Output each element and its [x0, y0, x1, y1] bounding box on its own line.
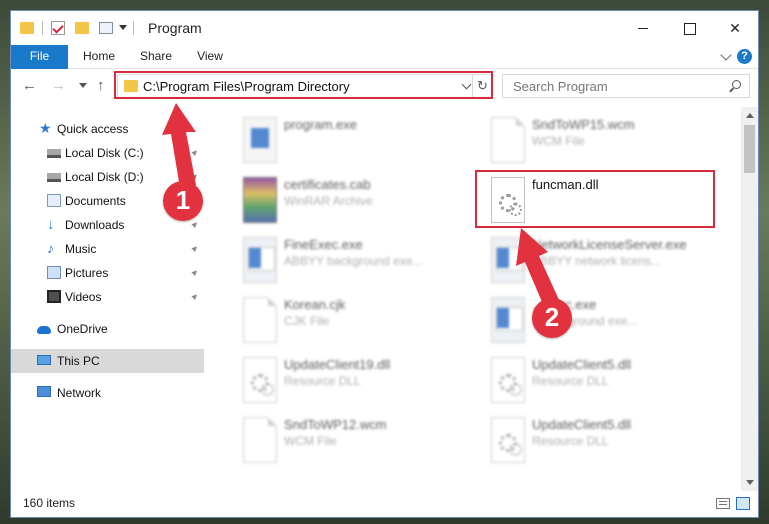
annotation-arrows — [162, 103, 560, 309]
arrow-1 — [162, 103, 196, 188]
step-1-badge: 1 — [163, 181, 203, 221]
arrow-2 — [516, 228, 560, 309]
step-2-badge: 2 — [532, 298, 572, 338]
